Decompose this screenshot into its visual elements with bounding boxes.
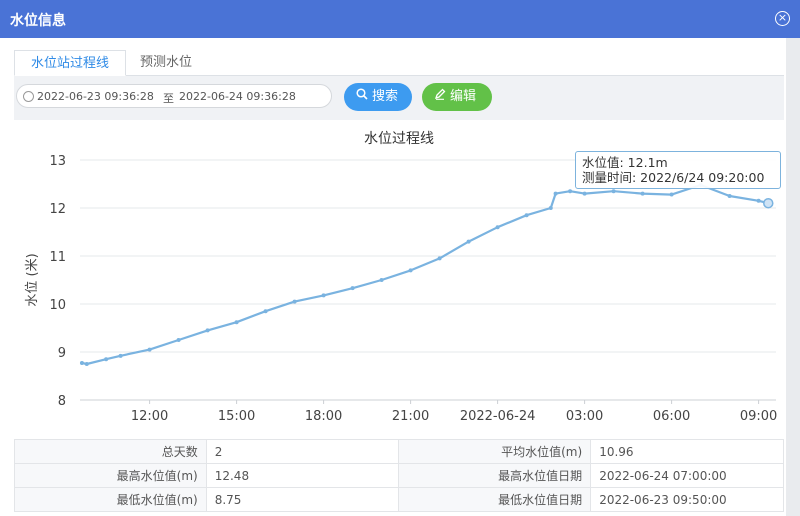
stat-value-average-level: 10.96 xyxy=(590,439,784,464)
tooltip-time: 测量时间: 2022/6/24 09:20:00 xyxy=(582,170,765,185)
data-point xyxy=(524,213,529,218)
search-button[interactable]: 搜索 xyxy=(344,83,412,111)
data-point xyxy=(79,361,84,366)
data-point xyxy=(292,299,297,304)
y-axis-label: 水位 (米) xyxy=(25,253,40,306)
y-tick-label: 9 xyxy=(58,346,66,361)
data-point xyxy=(118,353,123,358)
y-tick-label: 11 xyxy=(49,250,66,265)
stat-label-min-level-date: 最低水位值日期 xyxy=(398,487,592,512)
series-line xyxy=(81,183,769,366)
data-point xyxy=(669,192,674,197)
x-tick-label: 12:00 xyxy=(131,409,168,424)
tab-forecast-level[interactable]: 预测水位 xyxy=(124,50,208,76)
end-datetime-input[interactable]: 2022-06-24 09:36:28 xyxy=(179,90,325,103)
stat-value-max-level: 12.48 xyxy=(205,463,400,488)
edit-button-label: 编辑 xyxy=(450,89,477,104)
x-tick-label: 09:00 xyxy=(740,409,777,424)
data-point xyxy=(205,328,210,333)
y-tick-label: 10 xyxy=(49,298,66,313)
start-datetime-input[interactable]: 2022-06-23 09:36:28 xyxy=(37,90,175,103)
pencil-icon xyxy=(434,83,448,111)
stat-value-min-level: 8.75 xyxy=(205,487,400,512)
data-point xyxy=(582,191,587,196)
x-tick-label: 06:00 xyxy=(653,409,690,424)
stats-table: 总天数 2 平均水位值(m) 10.96 最高水位值(m) 12.48 最高水位… xyxy=(14,439,784,512)
data-point xyxy=(104,357,109,362)
x-tick-label: 2022-06-24 xyxy=(460,409,536,424)
data-point xyxy=(437,256,442,261)
date-range-picker[interactable]: 2022-06-23 09:36:28 至 2022-06-24 09:36:2… xyxy=(16,84,332,108)
close-icon[interactable]: × xyxy=(775,11,790,26)
x-tick-label: 21:00 xyxy=(392,409,429,424)
data-point xyxy=(321,293,326,298)
toolbar: 2022-06-23 09:36:28 至 2022-06-24 09:36:2… xyxy=(14,76,784,120)
stat-label-max-level-date: 最高水位值日期 xyxy=(398,463,592,488)
stat-value-max-level-date: 2022-06-24 07:00:00 xyxy=(590,463,784,488)
y-tick-label: 12 xyxy=(49,202,66,217)
hydrograph-chart: 水位过程线 8 9 10 11 12 13 12:00 15:00 18:00 21:00 2022… xyxy=(14,120,784,438)
table-row: 最低水位值(m) 8.75 最低水位值日期 2022-06-23 09:50:0… xyxy=(14,487,784,512)
search-button-label: 搜索 xyxy=(372,89,399,104)
data-point xyxy=(611,189,616,194)
clock-icon xyxy=(23,91,34,102)
chart-title: 水位过程线 xyxy=(364,131,434,147)
table-row: 总天数 2 平均水位值(m) 10.96 xyxy=(14,439,784,464)
data-point xyxy=(147,347,152,352)
water-level-dialog: 水位信息 × 水位站过程线 预测水位 2022-06-23 09:36:28 至… xyxy=(0,0,800,516)
y-tick-label: 13 xyxy=(49,154,66,169)
data-point xyxy=(548,206,553,210)
data-point xyxy=(756,198,761,203)
data-point xyxy=(466,239,471,244)
stat-label-total-days: 总天数 xyxy=(14,439,207,464)
range-separator: 至 xyxy=(163,92,174,105)
data-point xyxy=(379,278,384,282)
tab-station-hydrograph[interactable]: 水位站过程线 xyxy=(14,50,127,76)
data-point xyxy=(553,191,558,196)
x-tick-label: 15:00 xyxy=(218,409,255,424)
data-point xyxy=(350,286,355,291)
table-row: 最高水位值(m) 12.48 最高水位值日期 2022-06-24 07:00:… xyxy=(14,463,784,488)
data-point xyxy=(640,191,645,196)
data-point xyxy=(408,268,413,273)
background-strip xyxy=(786,38,800,516)
highlighted-point xyxy=(763,197,774,209)
data-point xyxy=(234,320,239,325)
stat-value-total-days: 2 xyxy=(205,439,400,464)
data-point xyxy=(495,225,500,230)
data-point xyxy=(727,194,732,198)
data-point xyxy=(263,309,268,314)
stat-label-min-level: 最低水位值(m) xyxy=(14,487,207,512)
search-icon xyxy=(356,83,370,111)
edit-button[interactable]: 编辑 xyxy=(422,83,492,111)
dialog-title: 水位信息 xyxy=(10,13,66,29)
x-tick-label: 18:00 xyxy=(305,409,342,424)
tooltip-value: 水位值: 12.1m xyxy=(582,155,668,170)
title-bar: 水位信息 × xyxy=(0,0,800,38)
tab-bar: 水位站过程线 预测水位 xyxy=(14,50,784,76)
x-tick-label: 03:00 xyxy=(566,409,603,424)
stat-label-average-level: 平均水位值(m) xyxy=(398,439,592,464)
stat-value-min-level-date: 2022-06-23 09:50:00 xyxy=(590,487,784,512)
y-tick-label: 8 xyxy=(58,394,66,409)
stat-label-max-level: 最高水位值(m) xyxy=(14,463,207,488)
chart-tooltip: 水位值: 12.1m 测量时间: 2022/6/24 09:20:00 xyxy=(575,151,781,189)
data-point xyxy=(176,338,181,342)
data-point xyxy=(568,189,573,194)
data-point xyxy=(84,362,89,366)
